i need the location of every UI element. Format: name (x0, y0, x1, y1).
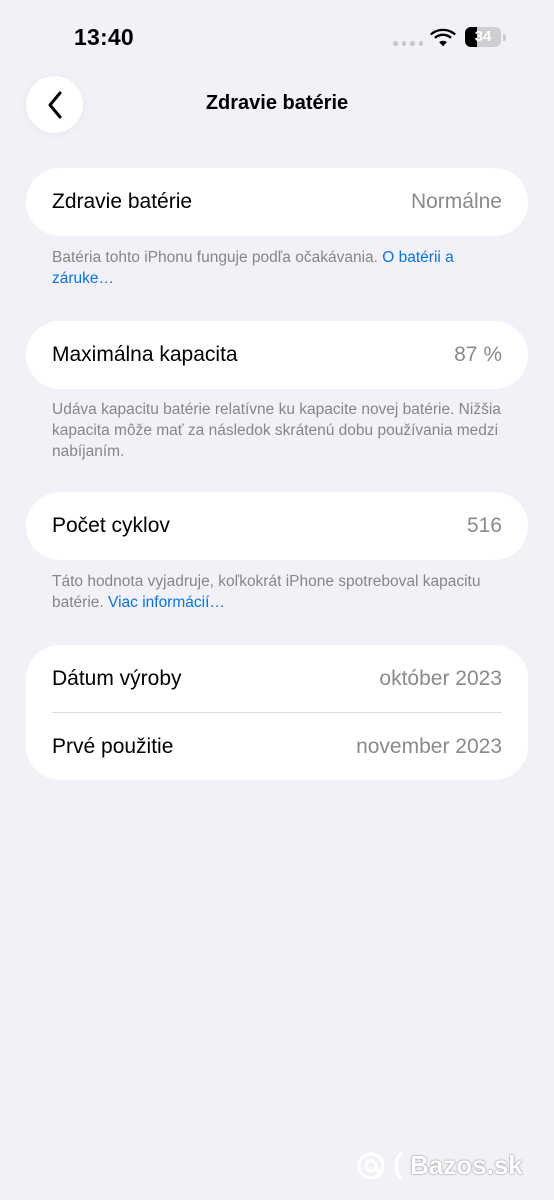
cycle-count-row: Počet cyklov 516 (52, 492, 502, 560)
dates-card: Dátum výroby október 2023 Prvé použitie … (26, 645, 528, 780)
max-capacity-label: Maximálna kapacita (52, 343, 238, 366)
battery-health-value: Normálne (410, 190, 502, 213)
max-capacity-row: Maximálna kapacita 87 % (52, 321, 502, 389)
manufacture-date-row: Dátum výroby október 2023 (52, 645, 502, 713)
battery-health-card: Zdravie batérie Normálne (26, 168, 528, 236)
first-use-label: Prvé použitie (52, 735, 174, 758)
cycle-count-label: Počet cyklov (52, 514, 170, 537)
battery-health-footnote-text: Batéria tohto iPhonu funguje podľa očaká… (52, 249, 383, 266)
first-use-row: Prvé použitie november 2023 (52, 713, 502, 781)
cycle-count-footnote: Táto hodnota vyjadruje, koľkokrát iPhone… (52, 571, 502, 613)
signal-dots-icon (393, 41, 423, 46)
battery-health-row: Zdravie batérie Normálne (52, 168, 502, 236)
battery-health-footnote: Batéria tohto iPhonu funguje podľa očaká… (52, 247, 502, 289)
cycle-count-value: 516 (466, 514, 502, 537)
page-title: Zdravie batérie (205, 92, 349, 114)
battery-icon: 34 (465, 27, 507, 47)
battery-health-label: Zdravie batérie (52, 190, 193, 213)
cycle-count-card: Počet cyklov 516 (26, 492, 528, 560)
battery-level: 34 (474, 28, 492, 45)
manufacture-date-label: Dátum výroby (52, 667, 182, 690)
bracket-icon (394, 1151, 404, 1180)
first-use-value: november 2023 (356, 735, 502, 758)
bazos-watermark: Bazos.sk (356, 1150, 523, 1181)
status-bar: 13:40 34 (0, 0, 554, 70)
at-sign-icon (357, 1152, 385, 1179)
manufacture-date-value: október 2023 (379, 667, 502, 690)
wifi-icon (430, 28, 456, 47)
watermark-text: Bazos.sk (410, 1150, 523, 1180)
max-capacity-value: 87 % (454, 343, 502, 366)
max-capacity-card: Maximálna kapacita 87 % (26, 321, 528, 389)
more-info-link[interactable]: Viac informácií… (108, 594, 225, 611)
max-capacity-footnote: Udáva kapacitu batérie relatívne ku kapa… (52, 401, 501, 460)
status-time: 13:40 (74, 24, 134, 50)
